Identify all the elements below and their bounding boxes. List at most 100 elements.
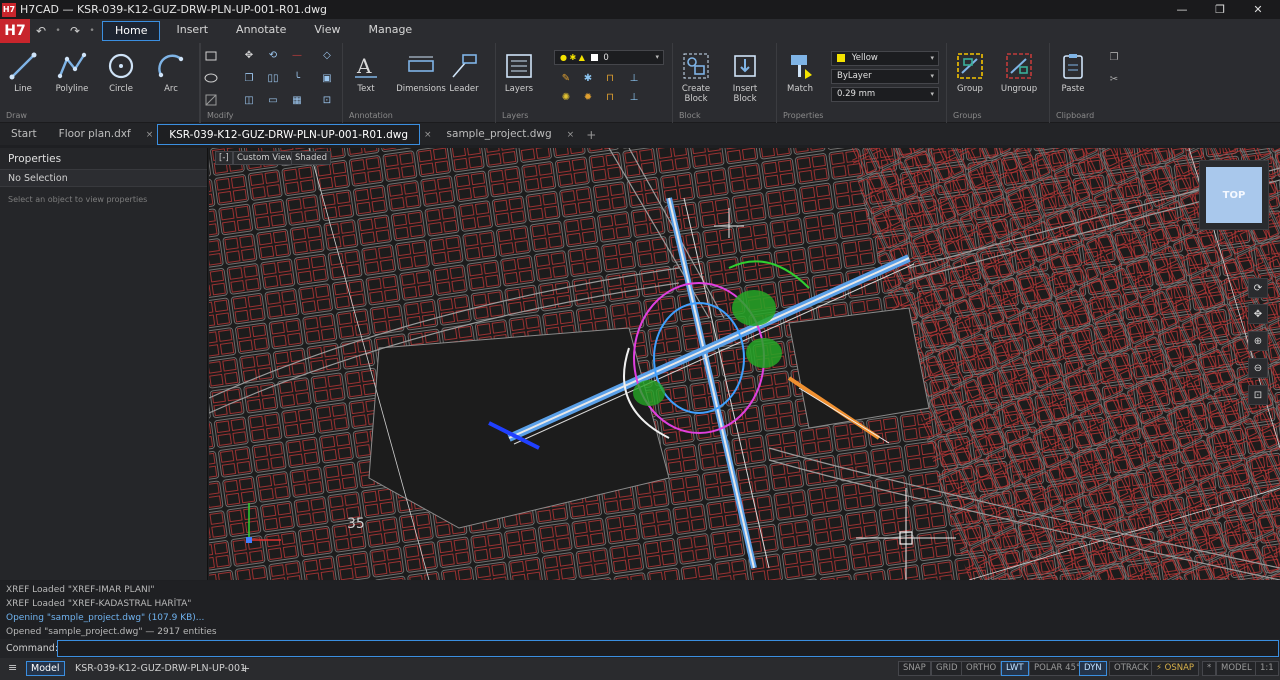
scale-indicator[interactable]: 1:1 [1255,661,1279,676]
mirror-icon[interactable]: ▯▯ [265,70,281,86]
layer-isolate-icon[interactable]: ✎ [558,70,574,86]
redo-icon[interactable]: ↷ [64,20,86,42]
viewport-minus-button[interactable]: [-] [215,151,233,165]
add-tab-button[interactable]: + [578,125,604,145]
chevron-down-icon: ▾ [930,72,934,80]
clipboard-icon [1058,51,1088,81]
drawing-canvas[interactable]: 35 [-] Custom View Shaded TOP ⟳ ✥ ⊕ ⊖ ⊡ [209,148,1280,580]
color-dropdown[interactable]: Yellow ▾ [831,51,939,66]
close-tab-icon[interactable]: × [420,125,436,145]
zoom-out-button[interactable]: ⊖ [1248,358,1268,378]
tab-start[interactable]: Start [0,124,48,145]
orbit-button[interactable]: ⟳ [1248,278,1268,298]
viewcube-top-face[interactable]: TOP [1206,167,1262,223]
dyn-toggle[interactable]: DYN [1079,661,1107,676]
insert-block-button[interactable]: Insert Block [722,51,768,104]
line-label: Line [14,84,32,94]
redo-dropdown-icon[interactable]: • [86,26,98,36]
fillet-icon[interactable]: ╰ [289,70,305,86]
close-window-button[interactable]: ✕ [1238,0,1278,19]
offset-icon[interactable]: ▣ [319,70,335,86]
view-name-button[interactable]: Custom View [233,151,297,165]
viewcube[interactable]: TOP [1199,160,1269,230]
unlock-icon[interactable]: ⊓ [602,89,618,105]
copy-icon[interactable]: ❐ [241,70,257,86]
ortho-toggle[interactable]: ORTHO [961,661,1002,676]
chevron-down-icon: ▾ [930,90,934,98]
menu-annotate[interactable]: Annotate [224,21,298,41]
trim-icon[interactable]: — [289,47,305,63]
undo-dropdown-icon[interactable]: • [52,26,64,36]
layer-previous-icon[interactable]: ⊥ [626,89,642,105]
model-space-toggle[interactable]: MODEL [1216,661,1257,676]
tab-ksr-drawing[interactable]: KSR-039-K12-GUZ-DRW-PLN-UP-001-R01.dwg [157,124,420,145]
tab-floor-plan[interactable]: Floor plan.dxf [48,124,142,145]
arc-tool-button[interactable]: Arc [148,51,194,94]
text-icon: A [351,51,381,81]
group-button[interactable]: Group [947,51,993,94]
chevron-down-icon: ▾ [655,53,659,61]
rotate-icon[interactable]: ⟲ [265,47,281,63]
lineweight-dropdown[interactable]: 0.29 mm ▾ [831,87,939,102]
sun-icon[interactable]: ✹ [580,89,596,105]
undo-icon[interactable]: ↶ [30,20,52,42]
circle-icon [106,51,136,81]
text-tool-button[interactable]: A Text [343,51,389,94]
array-icon[interactable]: ▦ [289,92,305,108]
create-block-button[interactable]: Create Block [673,51,719,104]
close-tab-icon[interactable]: × [563,125,579,145]
maximize-button[interactable]: ❐ [1200,0,1240,19]
explode-icon[interactable]: ⊡ [319,92,335,108]
osnap-settings-button[interactable]: * [1202,661,1217,676]
zoom-in-button[interactable]: ⊕ [1248,331,1268,351]
modify-group-label: Modify [207,111,234,120]
zoom-extents-button[interactable]: ⊡ [1248,385,1268,405]
layout-tab[interactable]: KSR-039-K12-GUZ-DRW-PLN-UP-001 [75,661,246,676]
app-logo-small: H7 [2,2,16,17]
leader-tool-button[interactable]: Leader [441,51,487,94]
visual-style-button[interactable]: Shaded [291,151,332,165]
add-layout-button[interactable]: + [241,661,250,676]
annotation-group-label: Annotation [349,111,393,120]
app-logo[interactable]: H7 [0,19,30,43]
stretch-icon[interactable]: ▭ [265,92,281,108]
light-bulb-icon[interactable]: ✺ [558,89,574,105]
match-properties-button[interactable]: Match [777,51,823,94]
polyline-tool-button[interactable]: Polyline [49,51,95,94]
menu-view[interactable]: View [302,21,352,41]
osnap-toggle[interactable]: ⚡ OSNAP [1151,661,1200,676]
layer-match-icon[interactable]: ⊥ [626,70,642,86]
command-input[interactable] [57,640,1279,657]
scale-icon[interactable]: ◫ [241,92,257,108]
close-tab-icon[interactable]: × [142,125,158,145]
polar-toggle[interactable]: POLAR 45° [1029,661,1086,676]
copy-clip-icon[interactable]: ❐ [1106,49,1122,65]
model-tab[interactable]: Model [26,661,65,676]
grid-toggle[interactable]: GRID [931,661,963,676]
minimize-button[interactable]: — [1162,0,1202,19]
color-value: Yellow [851,53,878,63]
menu-home[interactable]: Home [102,21,161,41]
otrack-toggle[interactable]: OTRACK [1109,661,1154,676]
move-icon[interactable]: ✥ [241,47,257,63]
cut-icon[interactable]: ✂ [1106,71,1122,87]
linetype-dropdown[interactable]: ByLayer ▾ [831,69,939,84]
pan-button[interactable]: ✥ [1248,304,1268,324]
lock-icon[interactable]: ⊓ [602,70,618,86]
paste-button[interactable]: Paste [1050,51,1096,94]
selection-status: No Selection [0,170,207,187]
tab-sample-project[interactable]: sample_project.dwg [436,124,563,145]
lwt-toggle[interactable]: LWT [1001,661,1029,676]
insert-block-icon [730,51,760,81]
menu-manage[interactable]: Manage [357,21,425,41]
circle-tool-button[interactable]: Circle [98,51,144,94]
erase-icon[interactable]: ◇ [319,47,335,63]
layers-tool-button[interactable]: Layers [496,51,542,94]
layer-dropdown[interactable]: ● ✱ ▲ 0 ▾ [554,50,664,65]
hamburger-menu-icon[interactable]: ≡ [8,661,17,674]
ungroup-button[interactable]: Ungroup [996,51,1042,94]
menu-insert[interactable]: Insert [164,21,220,41]
snap-toggle[interactable]: SNAP [898,661,931,676]
freeze-icon[interactable]: ✱ [580,70,596,86]
line-tool-button[interactable]: Line [0,51,46,94]
